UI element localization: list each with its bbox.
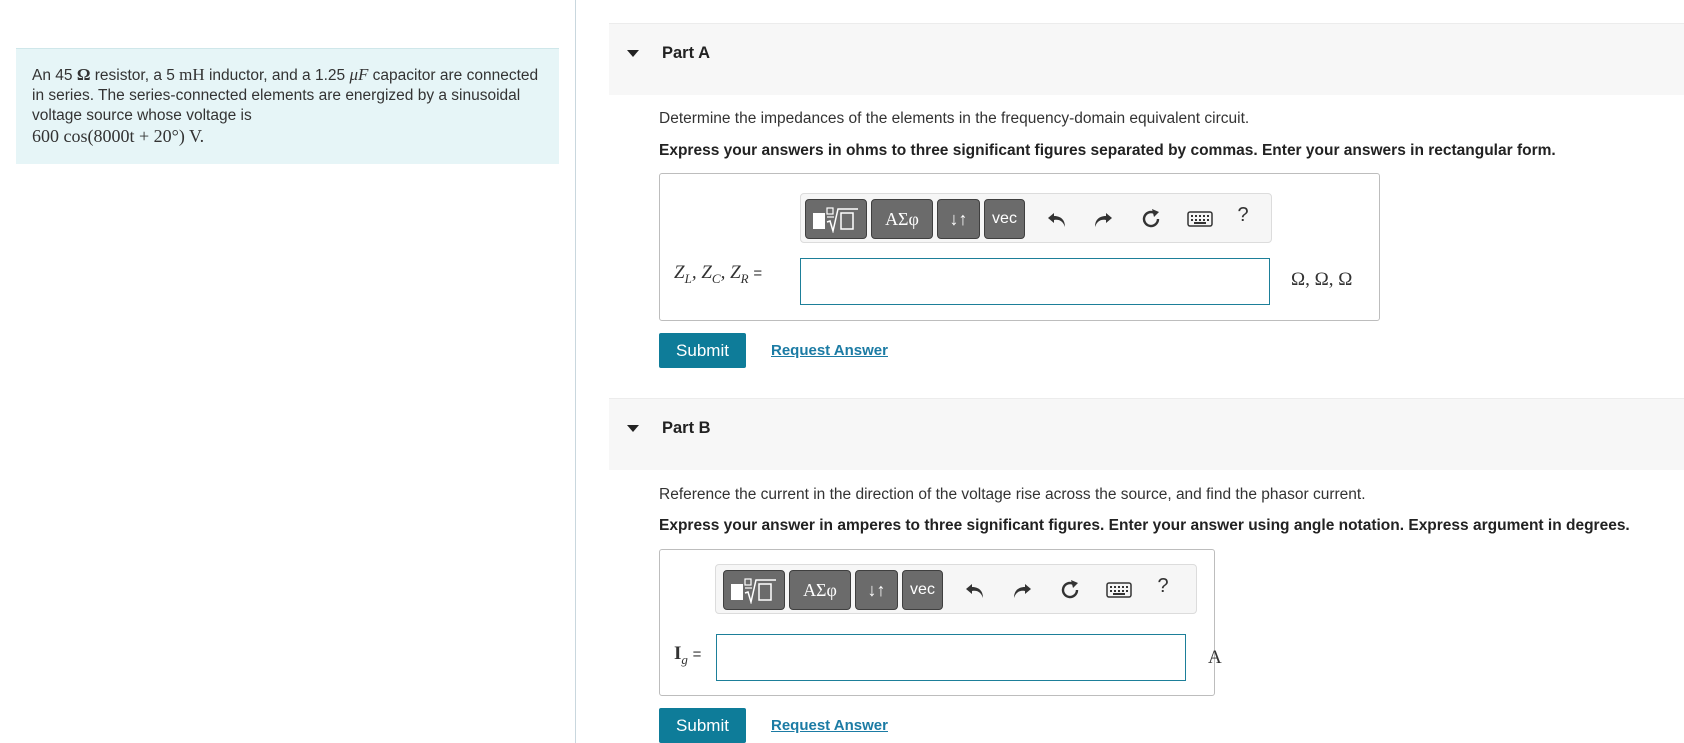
part-a-title: Part A xyxy=(662,44,710,62)
templates-button[interactable] xyxy=(805,199,867,239)
part-a-answer-box: ΑΣφ ↓↑ vec ? ZL, ZC, ZR = Ω, Ω, Ω xyxy=(659,173,1380,321)
keyboard-button[interactable] xyxy=(1184,203,1216,235)
part-b-submit-button[interactable]: Submit xyxy=(659,708,746,743)
subscript-superscript-button[interactable]: ↓↑ xyxy=(855,570,898,610)
reset-icon xyxy=(1142,209,1160,228)
redo-button[interactable] xyxy=(1006,574,1038,606)
undo-button[interactable] xyxy=(959,574,991,606)
redo-icon xyxy=(1014,584,1031,598)
undo-icon xyxy=(1048,213,1065,227)
problem-text: resistor, a 5 xyxy=(90,67,180,84)
part-a-input-label: ZL, ZC, ZR = xyxy=(674,262,763,286)
part-b-answer-box: ΑΣφ ↓↑ vec ? Ig = A xyxy=(659,549,1222,696)
part-a-question: Determine the impedances of the elements… xyxy=(659,110,1250,127)
redo-button[interactable] xyxy=(1087,203,1119,235)
column-divider xyxy=(575,0,576,743)
collapse-triangle-icon[interactable] xyxy=(627,50,639,57)
voltage-expression: 600 cos(8000t + 20°) V. xyxy=(32,126,205,146)
uf-unit: μF xyxy=(349,65,369,84)
keyboard-button[interactable] xyxy=(1103,574,1135,606)
part-b-instruction: Express your answer in amperes to three … xyxy=(659,517,1630,534)
part-b-answer-input[interactable] xyxy=(716,634,1186,681)
reset-icon xyxy=(1061,580,1079,599)
part-a-math-toolbar: ΑΣφ ↓↑ vec ? xyxy=(800,193,1272,243)
part-a-instruction: Express your answers in ohms to three si… xyxy=(659,142,1556,159)
greek-symbols-button[interactable]: ΑΣφ xyxy=(871,199,933,239)
keyboard-icon xyxy=(1106,582,1132,598)
undo-button[interactable] xyxy=(1041,203,1073,235)
collapse-triangle-icon[interactable] xyxy=(627,425,639,432)
templates-button[interactable] xyxy=(723,570,785,610)
reset-button[interactable] xyxy=(1054,574,1086,606)
part-b-header[interactable]: Part B xyxy=(609,398,1684,470)
part-b-units: A xyxy=(1208,647,1222,668)
problem-text: An 45 xyxy=(32,67,77,84)
templates-icon xyxy=(813,207,858,233)
part-a-units: Ω, Ω, Ω xyxy=(1291,269,1353,290)
templates-icon xyxy=(731,578,776,604)
part-a-answer-input[interactable] xyxy=(800,258,1270,305)
subscript-superscript-button[interactable]: ↓↑ xyxy=(937,199,980,239)
greek-symbols-button[interactable]: ΑΣφ xyxy=(789,570,851,610)
problem-text: inductor, and a 1.25 xyxy=(204,67,350,84)
undo-icon xyxy=(966,584,983,598)
part-b-question: Reference the current in the direction o… xyxy=(659,486,1366,503)
help-button[interactable]: ? xyxy=(1153,575,1173,598)
vector-button[interactable]: vec xyxy=(902,570,943,610)
mh-unit: mH xyxy=(179,65,205,84)
vector-button[interactable]: vec xyxy=(984,199,1025,239)
problem-statement: An 45 Ω resistor, a 5 mH inductor, and a… xyxy=(16,48,559,164)
part-a-submit-button[interactable]: Submit xyxy=(659,333,746,368)
part-b-title: Part B xyxy=(662,419,711,437)
help-button[interactable]: ? xyxy=(1233,204,1253,227)
keyboard-icon xyxy=(1187,211,1213,227)
part-b-input-label: Ig = xyxy=(674,643,702,667)
part-a-header[interactable]: Part A xyxy=(609,23,1684,95)
reset-button[interactable] xyxy=(1135,203,1167,235)
ohm-symbol: Ω xyxy=(76,65,91,84)
redo-icon xyxy=(1095,213,1112,227)
part-a-request-answer-link[interactable]: Request Answer xyxy=(771,342,888,359)
part-b-request-answer-link[interactable]: Request Answer xyxy=(771,717,888,734)
part-b-math-toolbar: ΑΣφ ↓↑ vec ? xyxy=(715,564,1197,614)
